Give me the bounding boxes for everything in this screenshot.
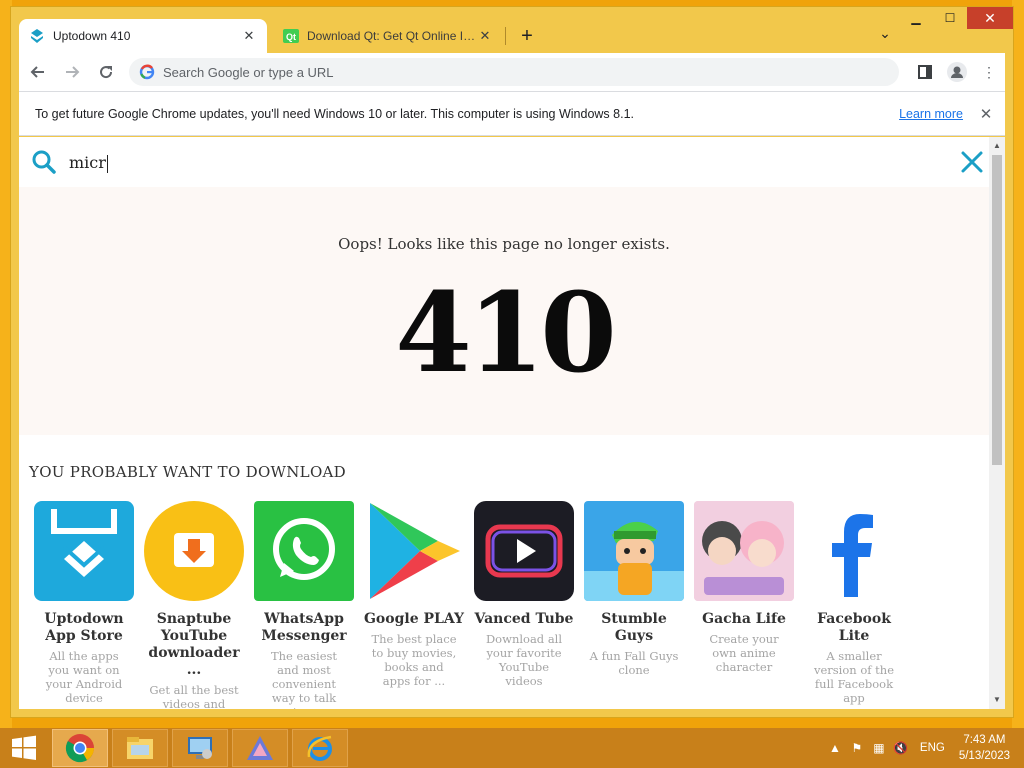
tab-close-icon[interactable]: ✕ — [477, 28, 493, 44]
app-card-whatsapp[interactable]: WhatsApp Messenger The easiest and most … — [249, 501, 359, 709]
app-name[interactable]: WhatsApp Messenger — [252, 611, 356, 645]
taskbar-control-panel-icon[interactable] — [172, 729, 228, 767]
system-tray: ▲ ⚑ ▦ 🔇 ENG 7:43 AM 5/13/2023 — [824, 728, 1024, 768]
clock-date: 5/13/2023 — [958, 750, 1010, 762]
text-caret — [106, 154, 108, 173]
app-name[interactable]: Facebook Lite — [802, 611, 906, 645]
taskbar-file-explorer-icon[interactable] — [112, 729, 168, 767]
forward-arrow-icon[interactable] — [57, 57, 87, 87]
reload-icon[interactable] — [91, 57, 121, 87]
infobar-message: To get future Google Chrome updates, you… — [35, 106, 634, 121]
tab-search-chevron-icon[interactable]: ⌄ — [875, 25, 895, 45]
update-infobar: To get future Google Chrome updates, you… — [19, 91, 1005, 136]
stumble-guys-icon[interactable] — [584, 501, 684, 601]
recommendations-title: YOU PROBABLY WANT TO DOWNLOAD — [29, 463, 346, 481]
clock-time: 7:43 AM — [963, 734, 1006, 746]
taskbar-clock[interactable]: 7:43 AM 5/13/2023 — [959, 732, 1010, 764]
scroll-down-arrow-icon[interactable]: ▼ — [989, 693, 1005, 707]
app-desc: The easiest and most convenient way to t… — [270, 649, 338, 709]
app-desc: A smaller version of the full Facebook a… — [813, 649, 895, 705]
toolbar-right: ⋮ — [909, 53, 1005, 91]
clear-search-icon[interactable] — [959, 149, 985, 175]
page-content: micr Oops! Looks like this page no longe… — [19, 137, 989, 709]
new-tab-button[interactable]: + — [514, 23, 540, 49]
side-panel-icon[interactable] — [909, 56, 941, 88]
app-desc: The best place to buy movies, books and … — [371, 632, 457, 688]
volume-muted-icon[interactable]: 🔇 — [890, 741, 912, 755]
app-desc: Get all the best videos and music — [149, 683, 239, 709]
qt-favicon-icon: Qt — [283, 28, 299, 44]
app-name[interactable]: Stumble Guys — [582, 611, 686, 645]
site-search-bar[interactable]: micr — [19, 137, 989, 187]
tab-close-icon[interactable]: ✕ — [241, 28, 257, 44]
input-language[interactable]: ENG — [920, 742, 945, 754]
search-query-text: micr — [69, 153, 106, 172]
show-hidden-icons-chevron-icon[interactable]: ▲ — [824, 741, 846, 755]
learn-more-link[interactable]: Learn more — [899, 107, 963, 121]
gacha-life-icon[interactable] — [694, 501, 794, 601]
tab-strip: Uptodown 410 ✕ Qt Download Qt: Get Qt On… — [11, 7, 1013, 53]
app-desc: Download all your favorite YouTube video… — [485, 632, 563, 688]
facebook-lite-icon[interactable] — [804, 501, 904, 601]
app-card-snaptube[interactable]: Snaptube YouTube downloader ... Get all … — [139, 501, 249, 709]
app-desc: Create your own anime character — [709, 632, 779, 674]
address-bar[interactable]: Search Google or type a URL — [129, 58, 899, 86]
uptodown-icon[interactable] — [34, 501, 134, 601]
google-g-icon — [139, 64, 155, 80]
network-icon[interactable]: ▦ — [868, 741, 890, 755]
site-search-input[interactable]: micr — [69, 153, 108, 173]
app-name[interactable]: Vanced Tube — [472, 611, 576, 628]
error-hero: Oops! Looks like this page no longer exi… — [19, 187, 989, 435]
tab-qt-download[interactable]: Qt Download Qt: Get Qt Online Insta ✕ — [273, 19, 503, 53]
app-list: Uptodown App Store All the apps you want… — [29, 501, 989, 709]
snaptube-icon[interactable] — [144, 501, 244, 601]
windows-start-icon[interactable] — [0, 728, 48, 768]
error-code: 410 — [395, 268, 617, 397]
whatsapp-icon[interactable] — [254, 501, 354, 601]
taskbar-internet-explorer-icon[interactable] — [292, 729, 348, 767]
page-scrollbar[interactable]: ▲ ▼ — [989, 137, 1005, 709]
profile-avatar-icon[interactable] — [941, 56, 973, 88]
app-card-facebook-lite[interactable]: Facebook Lite A smaller version of the f… — [799, 501, 909, 709]
scrollbar-thumb[interactable] — [992, 155, 1002, 465]
window-controls: ▁ ☐ ✕ — [899, 7, 1013, 31]
app-card-google-play[interactable]: Google PLAY The best place to buy movies… — [359, 501, 469, 709]
app-desc: A fun Fall Guys clone — [589, 649, 679, 677]
close-window-button[interactable]: ✕ — [967, 7, 1013, 29]
maximize-button[interactable]: ☐ — [933, 7, 967, 29]
taskbar-chrome-icon[interactable] — [52, 729, 108, 767]
windows-taskbar: ▲ ⚑ ▦ 🔇 ENG 7:43 AM 5/13/2023 — [0, 728, 1024, 768]
tab-title: Uptodown 410 — [53, 29, 131, 43]
uptodown-favicon-icon — [29, 28, 45, 44]
taskbar-app-icon[interactable] — [232, 729, 288, 767]
search-icon[interactable] — [31, 149, 57, 175]
app-name[interactable]: Google PLAY — [362, 611, 466, 628]
app-card-stumble-guys[interactable]: Stumble Guys A fun Fall Guys clone — [579, 501, 689, 709]
app-name[interactable]: Gacha Life — [692, 611, 796, 628]
error-message: Oops! Looks like this page no longer exi… — [338, 235, 670, 253]
minimize-button[interactable]: ▁ — [899, 7, 933, 29]
scroll-up-arrow-icon[interactable]: ▲ — [989, 139, 1005, 153]
app-card-gacha-life[interactable]: Gacha Life Create your own anime charact… — [689, 501, 799, 709]
address-placeholder: Search Google or type a URL — [163, 64, 334, 80]
tab-uptodown[interactable]: Uptodown 410 ✕ — [19, 19, 267, 53]
chrome-window: Uptodown 410 ✕ Qt Download Qt: Get Qt On… — [10, 6, 1014, 718]
google-play-icon[interactable] — [364, 501, 464, 601]
tab-title: Download Qt: Get Qt Online Insta — [307, 29, 477, 43]
app-card-uptodown[interactable]: Uptodown App Store All the apps you want… — [29, 501, 139, 709]
app-desc: All the apps you want on your Android de… — [45, 649, 123, 705]
menu-kebab-icon[interactable]: ⋮ — [973, 56, 1005, 88]
vanced-tube-icon[interactable] — [474, 501, 574, 601]
app-card-vanced-tube[interactable]: Vanced Tube Download all your favorite Y… — [469, 501, 579, 709]
infobar-close-icon[interactable]: ✕ — [977, 105, 995, 123]
app-name[interactable]: Uptodown App Store — [32, 611, 136, 645]
tab-separator — [505, 27, 506, 45]
svg-text:Qt: Qt — [286, 32, 296, 42]
browser-toolbar: Search Google or type a URL ⋮ — [19, 53, 1005, 91]
app-name[interactable]: Snaptube YouTube downloader ... — [142, 611, 246, 679]
back-arrow-icon[interactable] — [23, 57, 53, 87]
action-center-flag-icon[interactable]: ⚑ — [846, 741, 868, 755]
